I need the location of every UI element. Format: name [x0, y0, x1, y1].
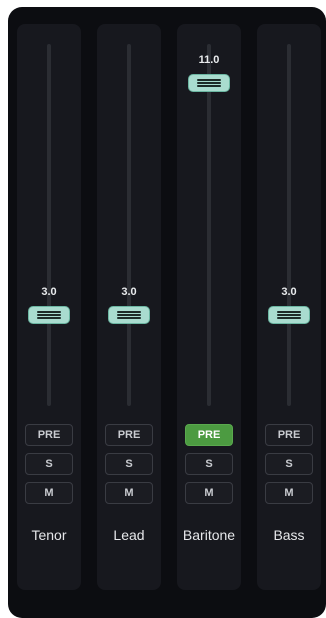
mute-button[interactable]: M	[25, 482, 73, 504]
grip-line	[197, 79, 221, 81]
channel-strip-lead: 3.0 PRE S M Lead	[97, 24, 161, 590]
fader-value: 3.0	[281, 285, 297, 298]
fader-handle[interactable]	[188, 74, 230, 92]
pre-button[interactable]: PRE	[265, 424, 313, 446]
grip-line	[277, 313, 301, 316]
fader-track[interactable]	[47, 44, 51, 406]
solo-button[interactable]: S	[185, 453, 233, 475]
grip-line	[117, 313, 141, 316]
pre-button[interactable]: PRE	[25, 424, 73, 446]
channel-name: Baritone	[182, 527, 236, 543]
fader-handle[interactable]	[108, 305, 150, 324]
fader-track[interactable]	[287, 44, 291, 406]
fader-value: 3.0	[41, 285, 57, 298]
grip-line	[197, 82, 221, 84]
channel-name: Lead	[113, 527, 145, 543]
fader-track[interactable]	[127, 44, 131, 406]
fader-track[interactable]	[207, 44, 211, 406]
mute-button[interactable]: M	[105, 482, 153, 504]
grip-line	[277, 310, 301, 313]
channel-strip-baritone: 11.0 PRE S M Baritone	[177, 24, 241, 590]
grip-line	[37, 316, 61, 319]
mixer-panel: 3.0 PRE S M Tenor 3.0 PRE S M Lead 11.0	[8, 7, 326, 618]
grip-line	[37, 313, 61, 316]
grip-line	[37, 310, 61, 313]
fader-value: 11.0	[198, 54, 220, 66]
fader-value: 3.0	[121, 285, 137, 298]
grip-line	[117, 310, 141, 313]
channel-strip-bass: 3.0 PRE S M Bass	[257, 24, 321, 590]
channel-strip-tenor: 3.0 PRE S M Tenor	[17, 24, 81, 590]
pre-button[interactable]: PRE	[185, 424, 233, 446]
mute-button[interactable]: M	[185, 482, 233, 504]
solo-button[interactable]: S	[25, 453, 73, 475]
grip-line	[117, 316, 141, 319]
channel-name: Bass	[273, 527, 305, 543]
mute-button[interactable]: M	[265, 482, 313, 504]
grip-line	[277, 316, 301, 319]
solo-button[interactable]: S	[105, 453, 153, 475]
fader-handle[interactable]	[268, 305, 310, 324]
solo-button[interactable]: S	[265, 453, 313, 475]
fader-handle[interactable]	[28, 305, 70, 324]
pre-button[interactable]: PRE	[105, 424, 153, 446]
grip-line	[197, 85, 221, 87]
channel-name: Tenor	[31, 527, 67, 543]
